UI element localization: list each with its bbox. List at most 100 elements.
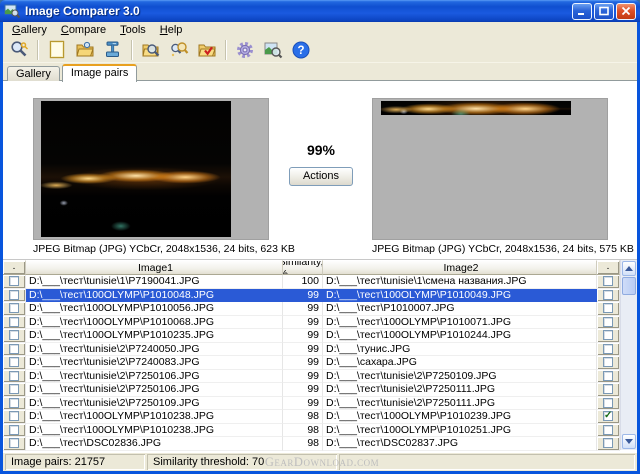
table-row[interactable]: D:\___\тест\100OLYMP\P1010238.JPG 98 D:\… (3, 410, 637, 424)
checkbox[interactable] (9, 425, 19, 435)
checkbox-cell[interactable] (3, 302, 26, 316)
checkbox[interactable] (603, 330, 613, 340)
table-row[interactable]: D:\___\тест\tunisie\2\P7250106.JPG 99 D:… (3, 383, 637, 397)
checkbox-cell[interactable] (597, 424, 620, 438)
checkbox-cell[interactable] (3, 289, 26, 303)
close-button[interactable] (616, 3, 636, 20)
menu-tools[interactable]: Tools (113, 24, 153, 36)
find-duplicates-button[interactable] (165, 38, 193, 62)
checkbox[interactable] (9, 344, 19, 354)
checkbox[interactable] (603, 357, 613, 367)
checkbox-cell[interactable] (3, 437, 26, 451)
table-row[interactable]: D:\___\тест\100OLYMP\P1010238.JPG 98 D:\… (3, 424, 637, 438)
checkbox-cell[interactable] (3, 410, 26, 424)
header-similarity[interactable]: Similarity, % (283, 260, 323, 275)
checkbox[interactable] (9, 357, 19, 367)
preview-search-button[interactable] (259, 38, 287, 62)
checkbox-cell[interactable] (3, 424, 26, 438)
header-image1[interactable]: Image1 (26, 260, 283, 275)
table-row[interactable]: D:\___\тест\tunisie\2\P7240083.JPG 99 D:… (3, 356, 637, 370)
image2-path: D:\___\тест\100OLYMP\P1010049.JPG (323, 289, 597, 303)
checkbox-cell[interactable] (597, 343, 620, 357)
table-row[interactable]: D:\___\тест\100OLYMP\P1010235.JPG 99 D:\… (3, 329, 637, 343)
checkbox[interactable] (603, 290, 613, 300)
compact-gallery-button[interactable] (99, 38, 127, 62)
checkbox[interactable] (603, 344, 613, 354)
checkbox-cell[interactable] (597, 302, 620, 316)
table-row[interactable]: D:\___\тест\100OLYMP\P1010068.JPG 99 D:\… (3, 316, 637, 330)
scroll-up-button[interactable] (622, 261, 636, 276)
table-row[interactable]: D:\___\тест\tunisie\1\P7190041.JPG 100 D… (3, 275, 637, 289)
menu-compare[interactable]: Compare (54, 24, 113, 36)
maximize-button[interactable] (594, 3, 614, 20)
tab-gallery[interactable]: Gallery (7, 66, 60, 81)
checkbox-cell[interactable] (597, 383, 620, 397)
checkbox-cell[interactable] (3, 383, 26, 397)
new-gallery-button[interactable] (43, 38, 71, 62)
minimize-button[interactable] (572, 3, 592, 20)
checkbox-cell[interactable] (3, 370, 26, 384)
checkbox[interactable] (9, 371, 19, 381)
vertical-scrollbar[interactable] (620, 260, 637, 450)
checkbox[interactable] (9, 290, 19, 300)
checkbox[interactable] (9, 330, 19, 340)
checked-results-button[interactable] (193, 38, 221, 62)
checkbox-cell[interactable] (597, 356, 620, 370)
checkbox[interactable] (9, 411, 19, 421)
checkbox[interactable] (603, 303, 613, 313)
checkbox-cell[interactable] (597, 316, 620, 330)
checkbox[interactable] (9, 438, 19, 448)
table-row[interactable]: D:\___\тест\tunisie\2\P7240050.JPG 99 D:… (3, 343, 637, 357)
image1-path: D:\___\тест\tunisie\2\P7240083.JPG (26, 356, 283, 370)
checkbox[interactable] (9, 317, 19, 327)
scroll-down-button[interactable] (622, 434, 636, 449)
checkbox[interactable] (603, 438, 613, 448)
checkbox[interactable] (603, 398, 613, 408)
checkbox[interactable] (9, 303, 19, 313)
checkbox-cell[interactable] (3, 275, 26, 289)
tab-image-pairs[interactable]: Image pairs (62, 64, 137, 82)
checkbox-cell[interactable] (3, 397, 26, 411)
header-check1[interactable]: · (3, 260, 26, 275)
header-image2[interactable]: Image2 (323, 260, 597, 275)
checkbox-cell[interactable] (597, 329, 620, 343)
checkbox-cell[interactable] (597, 397, 620, 411)
table-row[interactable]: D:\___\тест\100OLYMP\P1010056.JPG 99 D:\… (3, 302, 637, 316)
checkbox-cell[interactable] (597, 437, 620, 451)
checkbox-cell[interactable] (3, 356, 26, 370)
checkbox[interactable] (9, 398, 19, 408)
header-check2[interactable]: · (597, 260, 620, 275)
preview-area: 99% Actions JPEG Bitmap (JPG) YCbCr, 204… (3, 82, 637, 259)
table-row[interactable]: D:\___\тест\100OLYMP\P1010048.JPG 99 D:\… (3, 289, 637, 303)
scan-folder-button[interactable] (137, 38, 165, 62)
checkbox[interactable] (603, 411, 613, 421)
checkbox-cell[interactable] (597, 289, 620, 303)
help-button[interactable]: ? (287, 38, 315, 62)
menu-gallery[interactable]: Gallery (5, 24, 54, 36)
checkbox-cell[interactable] (597, 275, 620, 289)
checkbox[interactable] (9, 384, 19, 394)
checkbox-cell[interactable] (597, 410, 620, 424)
checkbox[interactable] (603, 276, 613, 286)
table-row[interactable]: D:\___\тест\DSC02836.JPG 98 D:\___\тест\… (3, 437, 637, 451)
checkbox-cell[interactable] (3, 343, 26, 357)
search-wizard-button[interactable] (5, 38, 33, 62)
checkbox[interactable] (603, 317, 613, 327)
open-gallery-button[interactable] (71, 38, 99, 62)
checkbox[interactable] (603, 371, 613, 381)
settings-button[interactable] (231, 38, 259, 62)
table-row[interactable]: D:\___\тест\tunisie\2\P7250109.JPG 99 D:… (3, 397, 637, 411)
menu-help[interactable]: Help (153, 24, 190, 36)
checkbox[interactable] (9, 276, 19, 286)
checkbox[interactable] (603, 384, 613, 394)
image1-path: D:\___\тест\100OLYMP\P1010238.JPG (26, 410, 283, 424)
checkbox-cell[interactable] (597, 370, 620, 384)
checkbox[interactable] (603, 425, 613, 435)
checkbox-cell[interactable] (3, 329, 26, 343)
scroll-thumb[interactable] (622, 277, 636, 295)
image2-path: D:\___\тест\tunisie\2\P7250111.JPG (323, 397, 597, 411)
checkbox-cell[interactable] (3, 316, 26, 330)
table-row[interactable]: D:\___\тест\tunisie\2\P7250106.JPG 99 D:… (3, 370, 637, 384)
pairs-grid: · Image1 Similarity, % Image2 · D:\___\т… (3, 259, 637, 452)
actions-button[interactable]: Actions (289, 167, 353, 186)
